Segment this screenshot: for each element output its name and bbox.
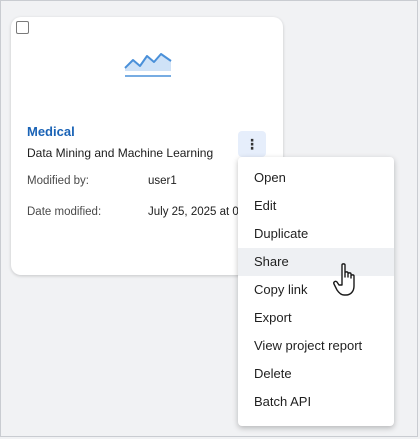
more-options-button[interactable]: ⋮ [238, 131, 266, 157]
menu-item-copy-link[interactable]: Copy link [238, 276, 394, 304]
more-vertical-icon: ⋮ [245, 135, 259, 152]
date-modified-value: July 25, 2025 at 0 [148, 206, 239, 218]
project-subtitle: Data Mining and Machine Learning [27, 146, 214, 160]
menu-item-share[interactable]: Share [238, 248, 394, 276]
hand-pointer-icon [333, 263, 355, 296]
line-chart-icon [124, 53, 172, 77]
modified-by-label: Modified by: [27, 175, 90, 187]
menu-item-edit[interactable]: Edit [238, 192, 394, 220]
modified-by-value: user1 [148, 175, 177, 187]
menu-item-export[interactable]: Export [238, 304, 394, 332]
menu-item-open[interactable]: Open [238, 164, 394, 192]
context-menu: Open Edit Duplicate Share Copy link Expo… [238, 157, 394, 426]
menu-item-delete[interactable]: Delete [238, 360, 394, 388]
menu-item-duplicate[interactable]: Duplicate [238, 220, 394, 248]
menu-item-batch-api[interactable]: Batch API [238, 388, 394, 416]
menu-item-view-project-report[interactable]: View project report [238, 332, 394, 360]
project-title[interactable]: Medical [27, 124, 75, 139]
date-modified-label: Date modified: [27, 206, 102, 218]
select-checkbox[interactable] [16, 21, 29, 34]
